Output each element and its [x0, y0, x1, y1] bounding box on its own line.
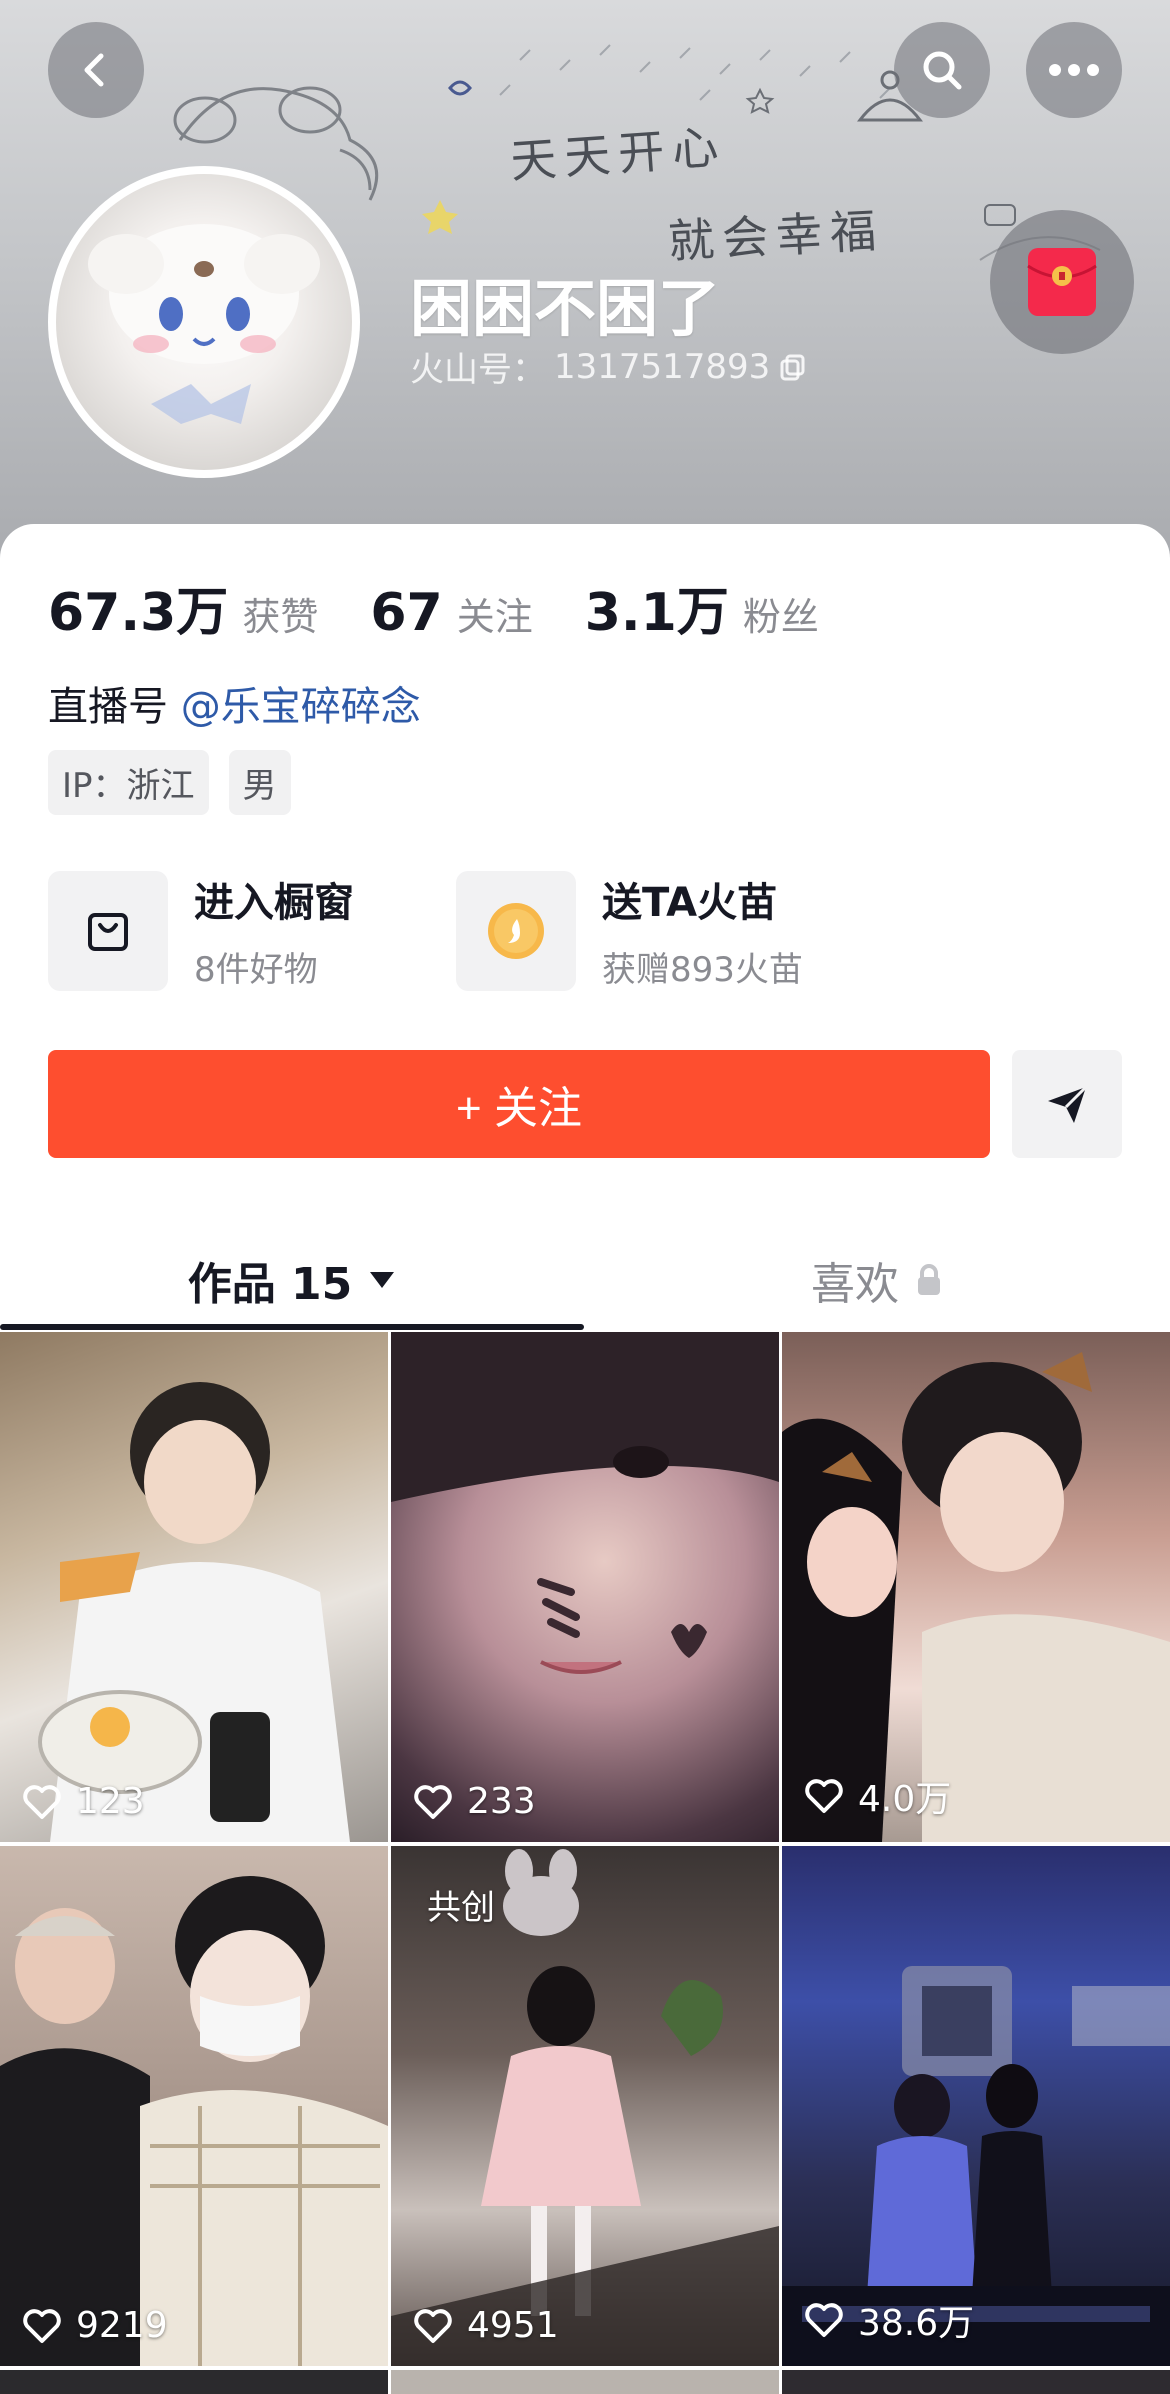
ip-location-tag: IP：浙江	[48, 750, 209, 815]
likes-count: 4.0万	[804, 1770, 951, 1822]
stat-likes[interactable]: 67.3万 获赞	[48, 570, 318, 645]
likes-value: 9219	[76, 2305, 168, 2346]
feature-icon-box	[456, 870, 576, 991]
username: 困困不困了	[410, 272, 721, 345]
likes-count: 123	[22, 1781, 145, 1822]
red-packet-button[interactable]	[990, 210, 1134, 354]
tab-works-label: 作品 15	[187, 1259, 353, 1310]
tab-works[interactable]: 作品 15	[0, 1230, 584, 1330]
follow-button[interactable]: + 关注	[48, 1050, 990, 1158]
lock-icon	[918, 1264, 940, 1295]
avatar[interactable]	[48, 166, 360, 478]
live-account-link[interactable]: @乐宝碎碎念	[181, 684, 421, 730]
uid-value: 1317517893	[554, 346, 771, 387]
stat-label: 关注	[456, 595, 533, 639]
likes-count: 233	[413, 1781, 536, 1822]
likes-count: 9219	[22, 2305, 168, 2346]
stat-value: 3.1万	[584, 583, 729, 643]
co-create-badge: 共创	[427, 1888, 495, 1928]
red-packet-icon	[1027, 248, 1097, 316]
gift-subtitle: 获赠893火苗	[602, 950, 803, 990]
likes-count: 4951	[413, 2305, 559, 2346]
tab-liked[interactable]: 喜欢	[584, 1230, 1170, 1330]
chevron-left-icon	[84, 53, 104, 87]
thumbnail-image	[391, 1332, 779, 1674]
stat-following[interactable]: 67 关注	[370, 583, 532, 643]
shop-title: 进入橱窗	[194, 880, 354, 926]
likes-count: 38.6万	[804, 2294, 974, 2346]
search-icon	[923, 51, 962, 90]
heart-icon	[805, 1779, 843, 1813]
shop-subtitle: 8件好物	[194, 950, 318, 990]
tab-liked-label: 喜欢	[811, 1259, 899, 1310]
stat-label: 获赞	[242, 595, 319, 639]
flame-coin-icon	[488, 902, 544, 959]
likes-value: 4.0万	[858, 1779, 952, 1820]
thumbnail-image	[38, 1382, 350, 1842]
content-tabs: 作品 15 喜欢	[0, 1230, 1170, 1330]
heart-icon	[805, 2303, 843, 2337]
stat-label: 粉丝	[742, 595, 819, 639]
avatar-image	[56, 174, 352, 470]
more-button[interactable]	[1026, 22, 1122, 118]
stat-value: 67.3万	[48, 583, 229, 643]
stat-value: 67	[370, 583, 443, 643]
live-prefix: 直播号	[48, 684, 168, 730]
stats-row: 67.3万 获赞 67 关注 3.1万 粉丝	[48, 570, 871, 645]
send-flame-entry[interactable]: 送TA火苗 获赠893火苗	[456, 870, 803, 991]
thumbnail-image	[782, 1966, 1170, 2366]
gift-title: 送TA火苗	[602, 880, 778, 926]
caret-down-icon	[370, 1272, 395, 1288]
video-thumbnail[interactable]: 4.0万	[782, 1332, 1170, 1842]
video-thumbnail[interactable]: 38.6万	[782, 1846, 1170, 2366]
feature-icon-box	[48, 870, 168, 991]
share-button[interactable]	[1012, 1050, 1122, 1158]
likes-value: 38.6万	[858, 2303, 975, 2344]
heart-icon	[414, 2308, 452, 2343]
likes-value: 123	[76, 1781, 145, 1822]
video-thumbnail[interactable]: 233	[391, 1332, 779, 1842]
send-icon	[1048, 1085, 1088, 1123]
profile-header: 天天开心 就会幸福 困困不困了 火山号： 1317517893	[0, 0, 1170, 560]
thumbnail-image	[0, 1876, 388, 2366]
gender-tag: 男	[228, 750, 291, 815]
feature-row: 进入橱窗 8件好物 送TA火苗 获赠893火苗	[48, 870, 1122, 991]
stat-followers[interactable]: 3.1万 粉丝	[585, 570, 819, 645]
copy-icon[interactable]	[778, 352, 808, 382]
search-button[interactable]	[894, 22, 990, 118]
tags-row: IP：浙江 男	[48, 750, 291, 815]
back-button[interactable]	[48, 22, 144, 118]
heart-icon	[23, 2308, 61, 2343]
video-thumbnail[interactable]: 共创 4951	[391, 1846, 779, 2366]
video-thumbnail[interactable]	[782, 2370, 1170, 2394]
thumbnail-image	[782, 1352, 1170, 1842]
tab-indicator	[0, 1324, 584, 1330]
heart-icon	[23, 1784, 61, 1819]
heart-icon	[414, 1784, 452, 1819]
shopping-bag-icon	[88, 912, 128, 951]
video-thumbnail[interactable]: 9219	[0, 1846, 388, 2366]
likes-value: 233	[467, 1781, 536, 1822]
video-thumbnail[interactable]	[391, 2370, 779, 2394]
shop-window-entry[interactable]: 进入橱窗 8件好物	[48, 870, 354, 991]
uid-label: 火山号：	[410, 350, 546, 390]
uid-row[interactable]: 火山号： 1317517893	[410, 342, 808, 391]
more-dots-icon	[1049, 64, 1099, 76]
live-account-row: 直播号 @乐宝碎碎念	[48, 674, 421, 732]
video-thumbnail[interactable]	[0, 2370, 388, 2394]
video-thumbnail[interactable]: 123	[0, 1332, 388, 1842]
likes-value: 4951	[467, 2305, 559, 2346]
